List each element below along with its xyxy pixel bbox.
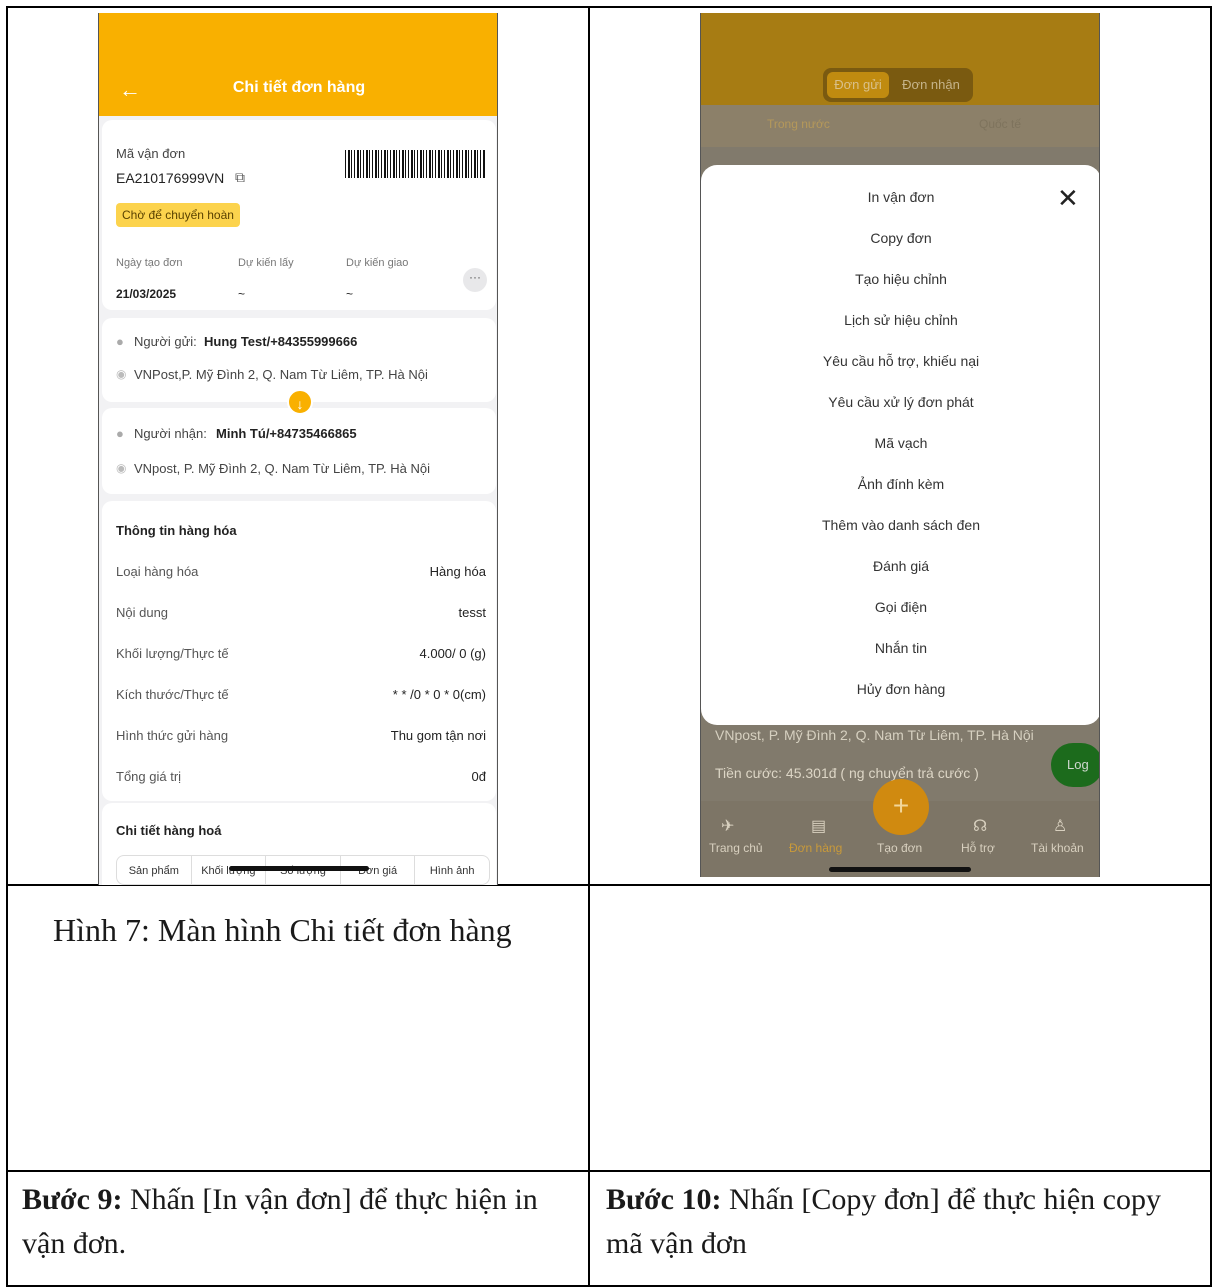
menu-item-barcode[interactable]: Mã vạch [701,435,1099,451]
step-9-text: Bước 9: Nhấn [In vận đơn] để thực hiện i… [22,1178,562,1266]
tab-domestic[interactable]: Trong nước [767,117,830,131]
size-label: Kích thước/Thực tế [116,687,229,702]
created-date-label: Ngày tạo đơn [116,257,183,269]
total-value-label: Tổng giá trị [116,769,182,784]
home-indicator [829,867,971,872]
tab-support[interactable]: Hỗ trợ [961,841,995,855]
step-10-text: Bước 10: Nhấn [Copy đơn] để thực hiện co… [606,1178,1196,1266]
cell-caption-right [588,884,1212,1172]
receiver-card: ● Người nhận: Minh Tú/+84735466865 ◉ VNp… [102,408,496,494]
create-order-plus-icon[interactable]: + [873,779,929,835]
menu-item-adjustment-history[interactable]: Lịch sử hiệu chỉnh [701,312,1099,328]
menu-item-rating[interactable]: Đánh giá [701,558,1099,574]
region-tabs: Trong nước Quốc tế [701,105,1099,147]
menu-item-cancel-order[interactable]: Hủy đơn hàng [701,681,1099,697]
app-header: ← Chi tiết đơn hàng [99,13,497,116]
person-icon: ● [116,334,124,349]
menu-item-delivery-request[interactable]: Yêu cầu xử lý đơn phát [701,394,1099,410]
action-menu-screenshot: Đơn gửi Đơn nhận Trong nước Quốc tế ✕ In… [700,13,1100,877]
goods-detail-title: Chi tiết hàng hoá [116,823,222,838]
figure-caption: Hình 7: Màn hình Chi tiết đơn hàng [53,912,512,948]
person-icon: ● [116,426,124,441]
menu-item-message[interactable]: Nhắn tin [701,640,1099,656]
shipping-method-label: Hình thức gửi hàng [116,728,229,743]
headset-icon: ☊ [973,818,988,835]
location-pin-icon: ◉ [116,461,127,475]
account-icon: ♙ [1053,818,1068,835]
segment-received-orders[interactable]: Đơn nhận [893,72,969,98]
content-label: Nội dung [116,605,169,620]
weight-label: Khối lượng/Thực tế [116,646,229,661]
order-type-segment: Đơn gửi Đơn nhận [823,68,973,102]
tab-international[interactable]: Quốc tế [979,117,1021,131]
shipping-fee: Tiền cước: 45.301đ ( ng chuyển trả cước … [715,765,979,781]
menu-item-attachments[interactable]: Ảnh đính kèm [701,476,1099,492]
pickup-value: ~ [238,287,246,301]
barcode-image [345,150,485,178]
location-pin-icon: ◉ [116,367,127,381]
sender-label: Người gửi: [134,334,197,349]
log-button[interactable]: Log [1051,743,1099,787]
menu-item-blacklist[interactable]: Thêm vào danh sách đen [701,517,1099,533]
goods-info-card: Thông tin hàng hóa Loại hàng hóa Hàng hó… [102,501,496,801]
receiver-label: Người nhận: [134,426,207,441]
tab-home[interactable]: Trang chủ [709,841,763,855]
order-card: Mã vận đơn EA210176999VN ⧉ Chờ để chuyển… [102,120,496,310]
waybill-code: EA210176999VN [116,170,225,186]
shipping-method-value: Thu gom tận nơi [390,728,486,743]
menu-item-copy-order[interactable]: Copy đơn [701,230,1099,246]
status-badge: Chờ để chuyển hoàn [116,203,240,227]
goods-detail-card: Chi tiết hàng hoá Sản phẩm Khối lượng Số… [102,803,496,885]
goods-type-value: Hàng hóa [429,564,486,579]
created-date-value: 21/03/2025 [116,287,177,301]
more-options-icon[interactable]: ··· [463,268,487,292]
sender-address: VNPost,P. Mỹ Đình 2, Q. Nam Từ Liêm, TP.… [134,367,428,382]
menu-item-create-adjustment[interactable]: Tạo hiệu chỉnh [701,271,1099,287]
tab-orders[interactable]: Đơn hàng [789,841,842,855]
pickup-label: Dự kiến lấy [238,257,294,269]
receiver-value: Minh Tú/+84735466865 [216,426,357,441]
orders-icon: ▤ [811,818,827,835]
column-header: Sản phẩm [117,856,192,884]
menu-item-print-waybill[interactable]: In vận đơn [701,189,1099,205]
goods-info-title: Thông tin hàng hóa [116,523,237,538]
goods-type-label: Loại hàng hóa [116,564,199,579]
step-10-label: Bước 10: [606,1183,722,1216]
delivery-value: ~ [346,287,354,301]
step-9-label: Bước 9: [22,1183,123,1216]
segment-sent-orders[interactable]: Đơn gửi [827,72,889,98]
receiver-address: VNpost, P. Mỹ Đình 2, Q. Nam Từ Liêm, TP… [715,727,1034,743]
order-detail-screenshot: ← Chi tiết đơn hàng Mã vận đơn EA2101769… [98,13,498,885]
tab-create-order[interactable]: Tạo đơn [877,841,922,855]
receiver-address: VNpost, P. Mỹ Đình 2, Q. Nam Từ Liêm, TP… [134,461,431,476]
sender-value: Hung Test/+84355999666 [204,334,358,349]
size-value: * * /0 * 0 * 0(cm) [392,687,486,702]
app-header: Đơn gửi Đơn nhận [701,13,1099,105]
home-logo-icon: ✈ [721,818,735,835]
menu-item-support-request[interactable]: Yêu cầu hỗ trợ, khiếu nại [701,353,1099,369]
weight-value: 4.000/ 0 (g) [419,646,487,661]
screen-title: Chi tiết đơn hàng [232,79,366,96]
home-indicator [229,866,369,871]
content-value: tesst [458,605,486,620]
menu-item-call[interactable]: Gọi điện [701,599,1099,615]
waybill-label: Mã vận đơn [116,146,186,161]
tab-account[interactable]: Tài khoản [1031,841,1084,855]
arrow-down-icon: ↓ [287,389,313,415]
column-header: Hình ảnh [429,865,475,877]
copy-icon[interactable]: ⧉ [235,169,245,186]
delivery-label: Dự kiến giao [346,257,409,269]
total-value: 0đ [471,769,486,784]
